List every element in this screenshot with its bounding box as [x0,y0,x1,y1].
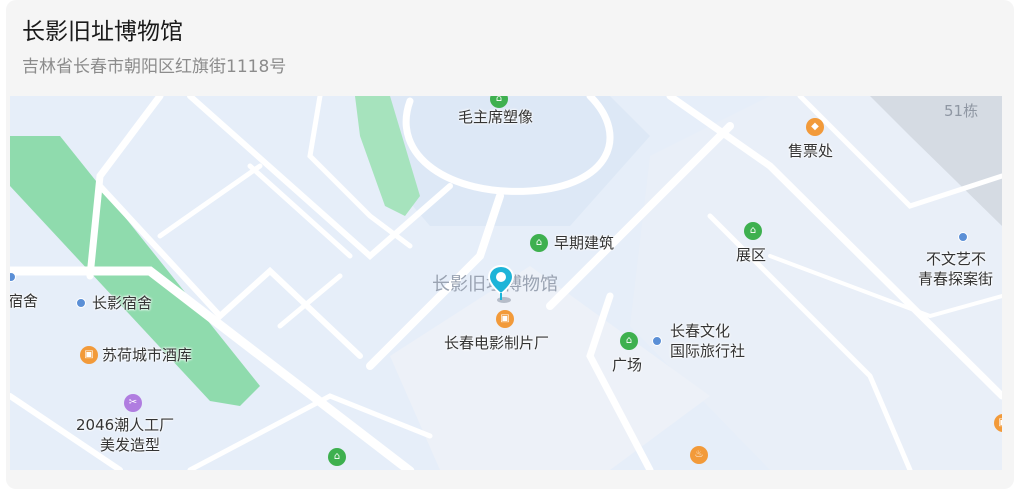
park-icon[interactable]: ⌂ [490,96,508,108]
poi-label[interactable]: 宿舍 [10,292,38,310]
park-icon[interactable]: ⌂ [328,448,346,466]
shopping-icon[interactable]: ▣ [994,414,1002,432]
park-icon[interactable]: ⌂ [530,234,548,252]
place-title: 长影旧址博物馆 [22,19,183,45]
poi-label[interactable]: 美发造型 [100,436,160,454]
poi-label[interactable]: 不文艺不 [926,250,986,268]
poi-label[interactable]: 长影宿舍 [92,294,152,312]
poi-label[interactable]: 展区 [736,246,766,264]
dot-icon[interactable] [76,298,86,308]
location-pin-icon[interactable] [486,264,516,304]
restaurant-icon[interactable]: ♨ [690,446,708,464]
poi-label[interactable]: 早期建筑 [554,234,614,252]
place-address: 吉林省长春市朝阳区红旗街1118号 [22,57,287,77]
scissors-icon[interactable]: ✂ [124,394,142,412]
shopping-icon[interactable]: ▣ [496,310,514,328]
poi-label[interactable]: 2046潮人工厂 [76,416,174,434]
shopping-icon[interactable]: ▣ [80,346,98,364]
poi-label[interactable]: 毛主席塑像 [458,108,533,126]
dot-icon[interactable] [958,232,968,242]
poi-label[interactable]: 长春电影制片厂 [444,334,549,352]
poi-label[interactable]: 广场 [612,356,642,374]
poi-card: 长影旧址博物馆 吉林省长春市朝阳区红旗街1118号 ⌂ 毛主席塑像 ◆ 售票处 … [6,0,1014,489]
dot-icon[interactable] [652,336,662,346]
poi-label[interactable]: 苏荷城市酒库 [102,346,192,364]
poi-label[interactable]: 售票处 [788,142,833,160]
poi-label[interactable]: 青春探案街 [918,270,993,288]
poi-label[interactable]: 长春文化 [670,322,730,340]
park-icon[interactable]: ⌂ [744,222,762,240]
ticket-icon[interactable]: ◆ [806,118,824,136]
park-icon[interactable]: ⌂ [620,332,638,350]
map-view[interactable]: ⌂ 毛主席塑像 ◆ 售票处 51栋 ⌂ 早期建筑 ⌂ 展区 不文艺不 青春探案街… [10,96,1002,470]
poi-label[interactable]: 国际旅行社 [670,342,745,360]
building-label: 51栋 [944,102,979,120]
